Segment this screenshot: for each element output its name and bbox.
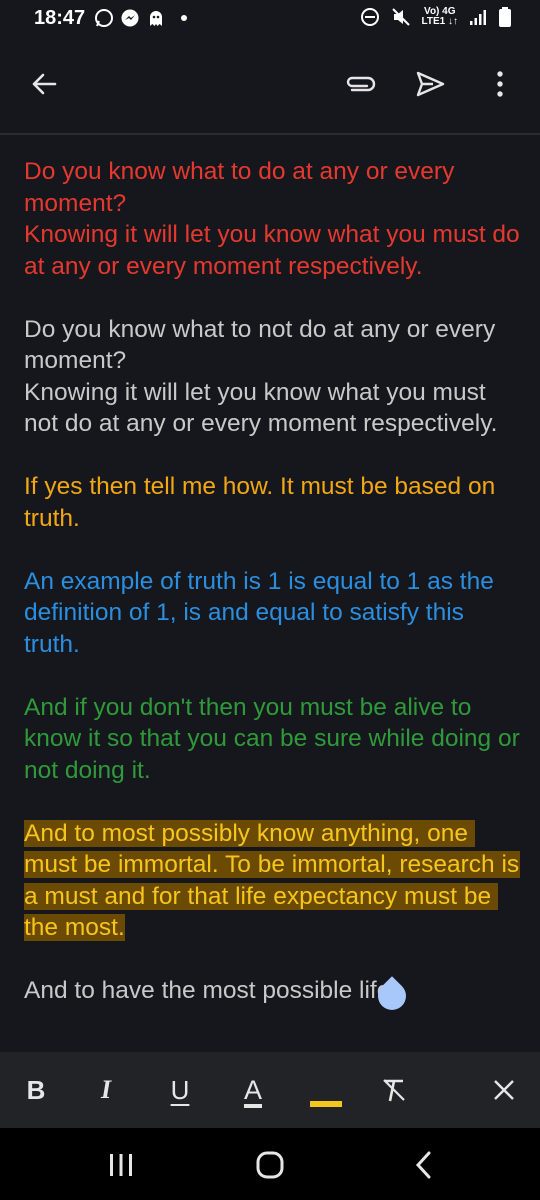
status-time: 18:47 <box>34 7 86 29</box>
messenger-icon <box>121 9 139 27</box>
recent-apps-icon <box>110 1154 132 1176</box>
paragraph-3: If yes then tell me how. It must be base… <box>24 471 520 534</box>
underline-button[interactable]: U <box>158 1052 202 1128</box>
paragraph-4-text: An example of truth is 1 is equal to 1 a… <box>24 567 501 658</box>
paragraph-2-text: Do you know what to not do at any or eve… <box>24 315 498 438</box>
paragraph-7-text: And to have the most possible life <box>24 977 391 1004</box>
italic-button[interactable]: I <box>84 1052 128 1128</box>
recent-apps-button[interactable] <box>96 1145 146 1185</box>
message-body[interactable]: Do you know what to do at any or every m… <box>24 156 520 1046</box>
app-bar-divider <box>0 133 540 135</box>
home-button[interactable] <box>245 1143 295 1187</box>
paragraph-2: Do you know what to not do at any or eve… <box>24 314 520 440</box>
signal-icon <box>470 10 486 25</box>
network-type: Vo) 4G LTE1 ↓↑ <box>422 7 458 27</box>
back-arrow-icon <box>32 73 57 95</box>
mute-icon <box>391 8 410 26</box>
paragraph-6-highlighted: And to most possibly know anything, one … <box>24 818 520 944</box>
back-nav-button[interactable] <box>398 1143 448 1187</box>
notification-icons <box>94 8 192 28</box>
status-bar: 18:47 Vo) 4G LTE1 ↓↑ <box>0 0 540 38</box>
system-icons: Vo) 4G LTE1 ↓↑ <box>360 6 512 28</box>
highlight-swatch-icon <box>310 1101 342 1107</box>
battery-icon <box>499 7 511 27</box>
highlight-color-button[interactable] <box>304 1052 348 1128</box>
dot-icon <box>181 15 187 21</box>
paperclip-icon <box>346 76 376 92</box>
attach-button[interactable] <box>338 62 382 106</box>
clear-format-icon <box>383 1079 405 1102</box>
send-icon <box>416 71 445 97</box>
chevron-left-icon <box>415 1151 431 1179</box>
whatsapp-icon <box>95 9 113 27</box>
home-icon <box>256 1151 284 1179</box>
paragraph-3-text: If yes then tell me how. It must be base… <box>24 473 503 532</box>
send-button[interactable] <box>408 62 452 106</box>
paragraph-5-text: And if you don't then you must be alive … <box>24 693 520 784</box>
text-color-button[interactable]: A <box>231 1052 275 1128</box>
dnd-icon <box>360 8 379 26</box>
close-icon <box>494 1080 514 1100</box>
paragraph-1: Do you know what to do at any or every m… <box>24 156 520 282</box>
paragraph-4: An example of truth is 1 is equal to 1 a… <box>24 566 520 661</box>
clear-formatting-button[interactable] <box>372 1052 416 1128</box>
paragraph-6-text: And to most possibly know anything, one … <box>24 819 520 941</box>
back-button[interactable] <box>22 62 66 106</box>
compose-app-bar <box>0 38 540 134</box>
more-options-button[interactable] <box>478 62 522 106</box>
close-toolbar-button[interactable] <box>482 1052 526 1128</box>
paragraph-7: And to have the most possible life <box>24 975 520 1007</box>
more-vertical-icon <box>497 71 503 97</box>
ghost-icon <box>150 11 162 26</box>
bold-button[interactable]: B <box>14 1052 58 1128</box>
network-bottom: LTE1 ↓↑ <box>421 16 458 27</box>
paragraph-1-text: Do you know what to do at any or every m… <box>24 158 520 280</box>
paragraph-5: And if you don't then you must be alive … <box>24 692 520 787</box>
